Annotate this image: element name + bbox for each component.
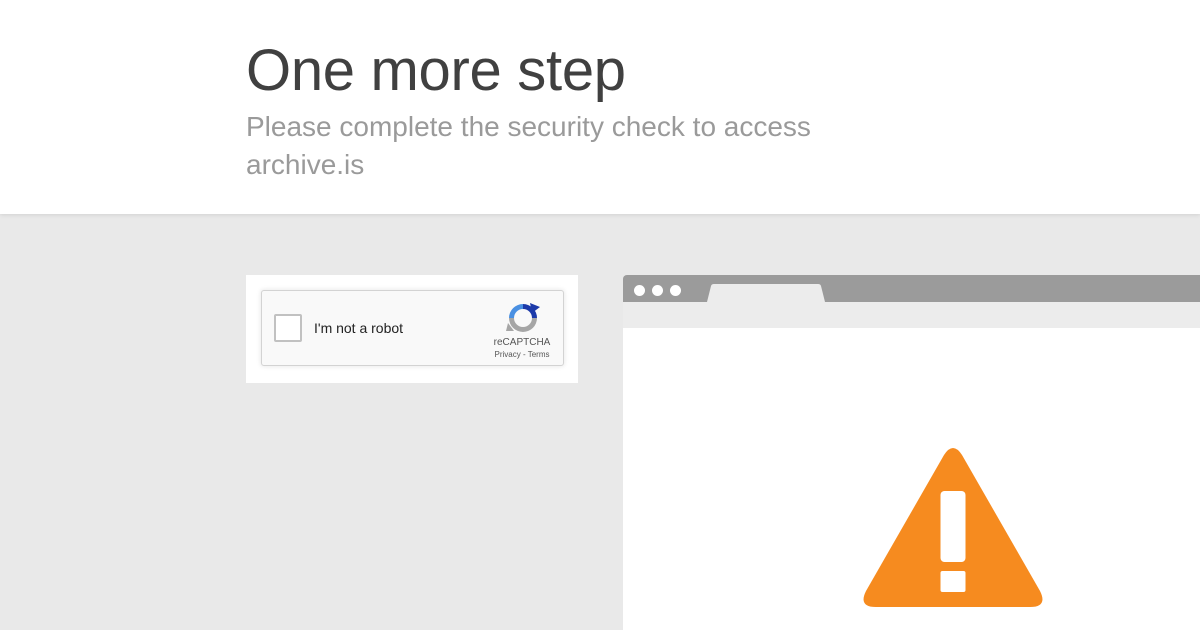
page-title: One more step bbox=[246, 38, 626, 103]
terms-link[interactable]: Terms bbox=[528, 350, 550, 359]
page-subtitle: Please complete the security check to ac… bbox=[246, 111, 811, 180]
recaptcha-brand: reCAPTCHA bbox=[493, 337, 551, 348]
window-dot-icon bbox=[634, 285, 645, 296]
recaptcha-logo-icon bbox=[506, 303, 540, 332]
browser-toolbar bbox=[623, 302, 1200, 328]
privacy-link[interactable]: Privacy bbox=[495, 350, 521, 359]
recaptcha-widget: I'm not a robot reCAPTCHA Privacy - Term… bbox=[261, 290, 564, 366]
header: One more step Please complete the securi… bbox=[0, 0, 1200, 214]
browser-window-illustration bbox=[623, 275, 1200, 630]
captcha-checkbox[interactable] bbox=[274, 314, 302, 342]
captcha-container: I'm not a robot reCAPTCHA Privacy - Term… bbox=[246, 275, 578, 383]
warning-icon bbox=[863, 448, 1043, 607]
browser-title-bar bbox=[623, 275, 1200, 302]
window-dot-icon bbox=[670, 285, 681, 296]
window-dot-icon bbox=[652, 285, 663, 296]
links-separator: - bbox=[520, 350, 528, 359]
captcha-checkbox-label[interactable]: I'm not a robot bbox=[314, 320, 403, 336]
browser-tab-icon bbox=[707, 284, 825, 302]
browser-content bbox=[623, 328, 1200, 630]
recaptcha-links: Privacy - Terms bbox=[487, 350, 557, 359]
